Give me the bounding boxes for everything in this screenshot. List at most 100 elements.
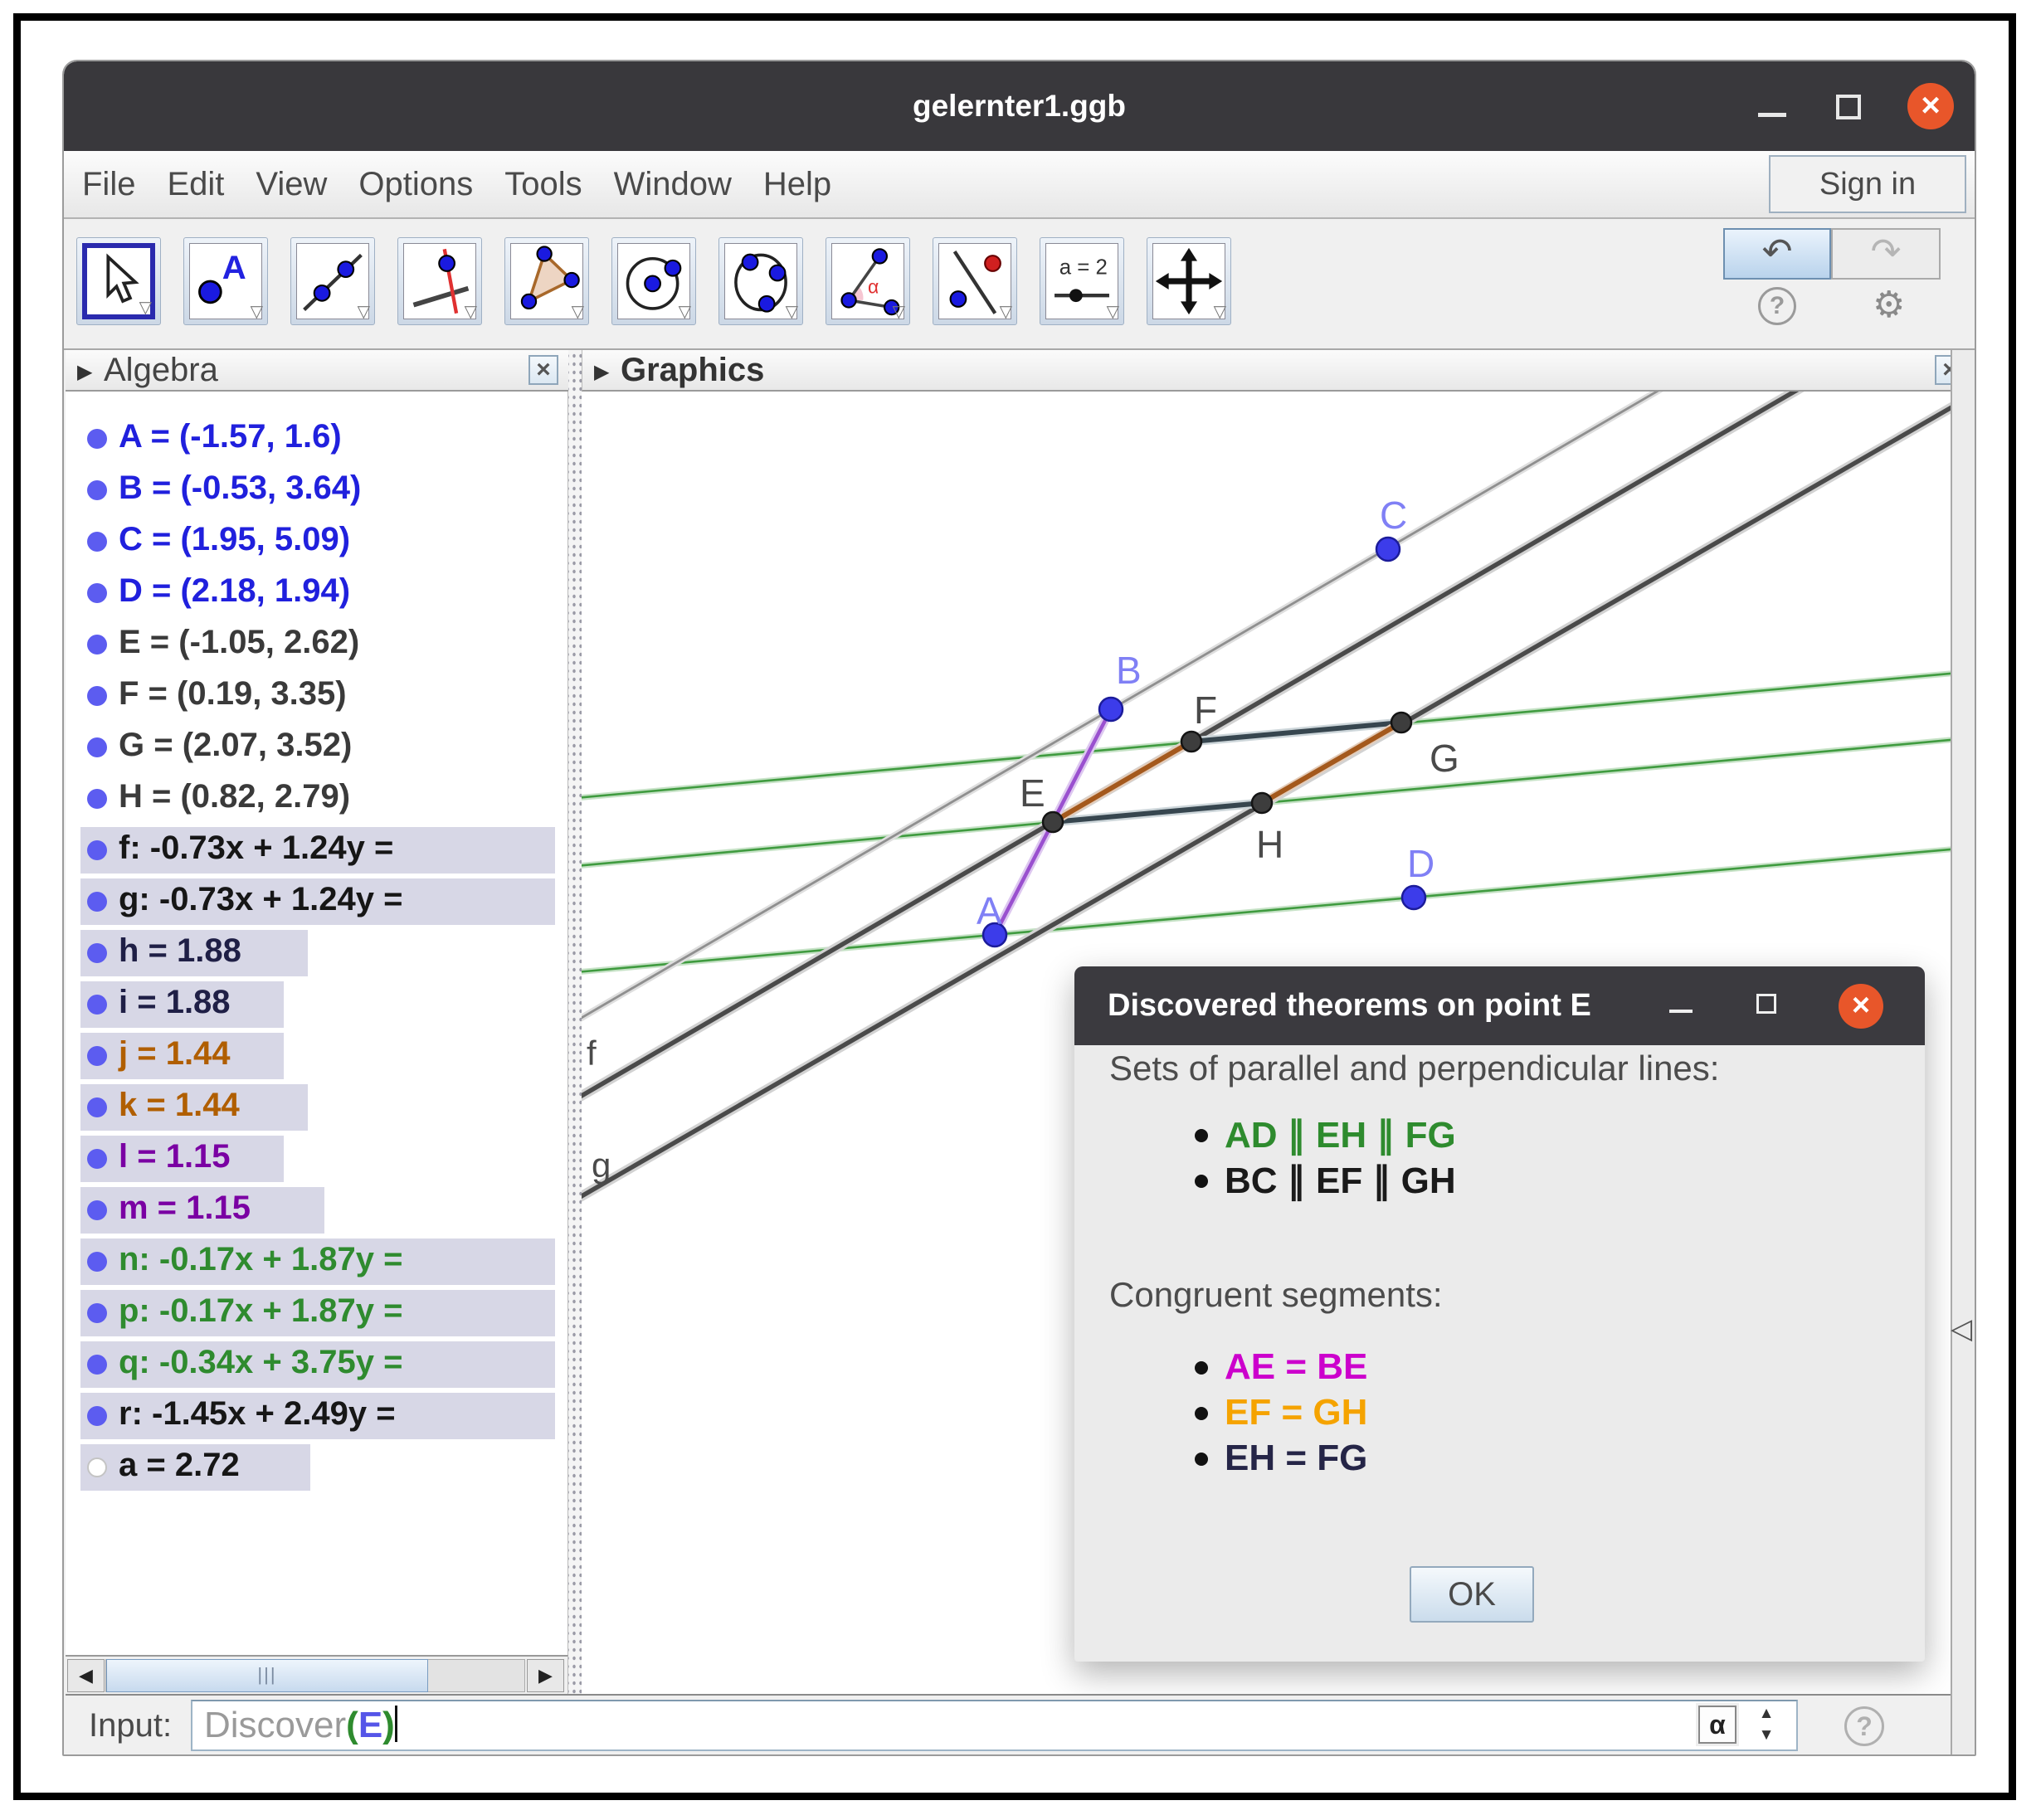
algebra-row[interactable]: G = (2.07, 3.52) [66,722,567,773]
tool-angle-button[interactable]: α ▽ [826,237,910,325]
visibility-dot[interactable] [87,789,107,809]
visibility-dot[interactable] [87,737,107,757]
tool-dropdown-icon[interactable]: ▽ [893,301,905,322]
menu-item-view[interactable]: View [256,166,327,203]
scrollbar-track[interactable]: ||| [105,1659,525,1692]
help-icon[interactable]: ? [1758,287,1796,325]
collapse-panel-icon[interactable]: ◁ [1951,1312,1972,1346]
visibility-dot[interactable] [87,1355,107,1375]
algebra-row[interactable]: i = 1.88 [66,979,567,1030]
point-G[interactable] [1391,713,1411,732]
algebra-close-icon[interactable]: × [528,355,558,385]
tool-dropdown-icon[interactable]: ▽ [465,301,477,322]
algebra-row[interactable]: C = (1.95, 5.09) [66,516,567,567]
redo-button[interactable]: ↷ [1831,228,1941,280]
line-q-green[interactable] [582,849,1951,972]
tool-dropdown-icon[interactable]: ▽ [1214,301,1226,322]
tool-reflect-button[interactable]: ▽ [933,237,1017,325]
algebra-row[interactable]: B = (-0.53, 3.64) [66,465,567,516]
algebra-row[interactable]: n: -0.17x + 1.87y = [66,1236,567,1287]
visibility-dot[interactable] [87,995,107,1015]
visibility-dot[interactable] [87,1406,107,1426]
algebra-row[interactable]: p: -0.17x + 1.87y = [66,1287,567,1339]
point-D[interactable] [1402,886,1425,909]
title-bar[interactable]: gelernter1.ggb × [64,61,1975,151]
algebra-row[interactable]: q: -0.34x + 3.75y = [66,1339,567,1390]
algebra-row[interactable]: f: -0.73x + 1.24y = [66,825,567,876]
tool-perpendicular-line-button[interactable]: ▽ [397,237,482,325]
algebra-row[interactable]: j = 1.44 [66,1030,567,1082]
point-F[interactable] [1181,732,1201,752]
algebra-row[interactable]: g: -0.73x + 1.24y = [66,876,567,927]
algebra-row[interactable]: A = (-1.57, 1.6) [66,413,567,465]
algebra-row[interactable]: F = (0.19, 3.35) [66,670,567,722]
tool-dropdown-icon[interactable]: ▽ [1000,301,1012,322]
algebra-row[interactable]: D = (2.18, 1.94) [66,567,567,619]
visibility-dot[interactable] [87,1303,107,1323]
command-input[interactable]: Discover(E) α ▲ ▼ [191,1700,1798,1751]
menu-item-help[interactable]: Help [763,166,831,203]
undo-button[interactable]: ↶ [1723,228,1831,280]
caret-right-icon[interactable]: ▶ [594,360,609,384]
minimize-icon[interactable] [1758,113,1786,117]
scroll-right-icon[interactable]: ▶ [527,1659,564,1692]
alpha-keyboard-button[interactable]: α [1698,1706,1736,1744]
scroll-left-icon[interactable]: ◀ [67,1659,105,1692]
algebra-row[interactable]: H = (0.82, 2.79) [66,773,567,825]
tool-dropdown-icon[interactable]: ▽ [139,297,152,318]
tool-slider-button[interactable]: a = 2 ▽ [1040,237,1124,325]
maximize-icon[interactable] [1836,95,1861,119]
point-E[interactable] [1043,812,1063,832]
tool-dropdown-icon[interactable]: ▽ [786,301,798,322]
tool-line-button[interactable]: ▽ [290,237,375,325]
dialog-minimize-icon[interactable] [1669,1010,1693,1013]
visibility-dot[interactable] [87,635,107,655]
point-B[interactable] [1099,698,1123,721]
tool-dropdown-icon[interactable]: ▽ [358,301,370,322]
visibility-dot[interactable] [87,840,107,860]
scrollbar-thumb[interactable]: ||| [106,1659,428,1692]
visibility-dot[interactable] [87,480,107,500]
dialog-maximize-icon[interactable] [1756,994,1776,1014]
spin-up-icon[interactable]: ▲ [1751,1703,1781,1725]
gear-icon[interactable]: ⚙ [1873,284,1905,326]
tool-move-graphics-view-button[interactable]: ▽ [1147,237,1231,325]
algebra-row[interactable]: m = 1.15 [66,1185,567,1236]
algebra-row[interactable]: k = 1.44 [66,1082,567,1133]
menu-item-edit[interactable]: Edit [167,166,224,203]
spin-down-icon[interactable]: ▼ [1751,1725,1781,1746]
tool-dropdown-icon[interactable]: ▽ [679,301,691,322]
visibility-dot[interactable] [87,892,107,912]
tool-dropdown-icon[interactable]: ▽ [1107,301,1119,322]
tool-dropdown-icon[interactable]: ▽ [251,301,263,322]
menu-item-tools[interactable]: Tools [504,166,582,203]
algebra-row[interactable]: E = (-1.05, 2.62) [66,619,567,670]
menu-item-options[interactable]: Options [358,166,473,203]
tool-dropdown-icon[interactable]: ▽ [572,301,584,322]
tool-polygon-button[interactable]: ▽ [504,237,589,325]
visibility-dot[interactable] [87,1046,107,1066]
algebra-row[interactable]: a = 2.72 [66,1442,567,1493]
tool-point-button[interactable]: A ▽ [183,237,268,325]
graphics-view[interactable]: ABCDEFGHfg Discovered theorems on point … [582,392,1951,1694]
visibility-dot[interactable] [87,943,107,963]
visibility-dot[interactable] [87,1200,107,1220]
tool-move-button[interactable]: ▽ [76,237,161,325]
visibility-dot[interactable] [87,1457,107,1477]
visibility-dot[interactable] [87,429,107,449]
dialog-close-icon[interactable]: × [1839,984,1883,1029]
input-history-spinner[interactable]: ▲ ▼ [1751,1703,1781,1748]
caret-right-icon[interactable]: ▶ [77,360,92,384]
tool-circle-three-points-button[interactable]: ▽ [718,237,803,325]
algebra-row[interactable]: h = 1.88 [66,927,567,979]
visibility-dot[interactable] [87,1252,107,1272]
algebra-row[interactable]: r: -1.45x + 2.49y = [66,1390,567,1442]
algebra-row[interactable]: l = 1.15 [66,1133,567,1185]
visibility-dot[interactable] [87,532,107,552]
visibility-dot[interactable] [87,583,107,603]
visibility-dot[interactable] [87,686,107,706]
close-icon[interactable]: × [1907,83,1954,129]
panel-divider[interactable] [568,350,582,1694]
point-C[interactable] [1376,538,1400,561]
point-H[interactable] [1252,793,1272,813]
